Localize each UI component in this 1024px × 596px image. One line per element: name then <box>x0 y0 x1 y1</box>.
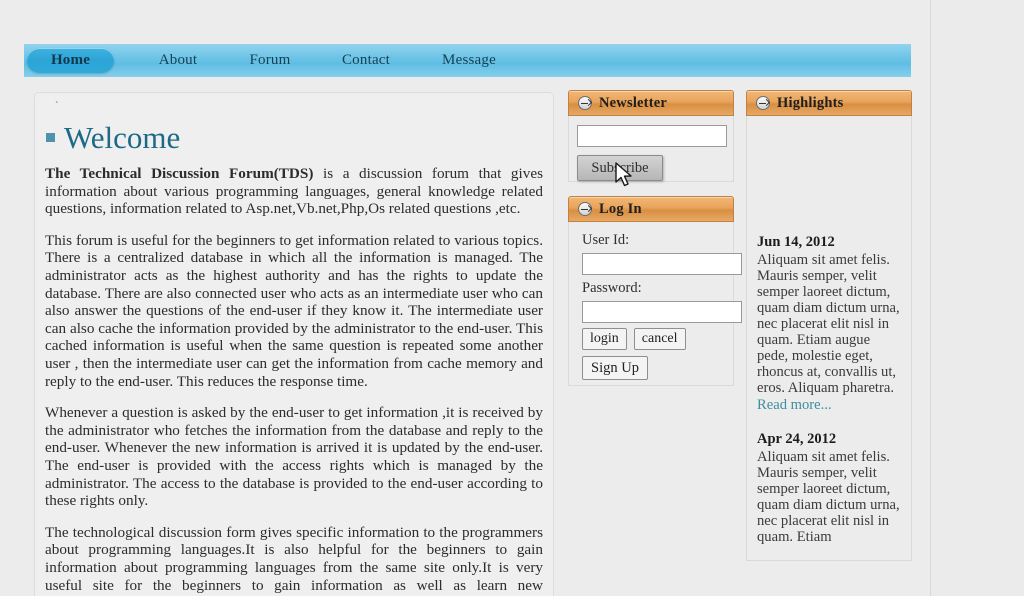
highlight-date: Jun 14, 2012 <box>757 234 835 250</box>
newsletter-title: Newsletter <box>599 94 668 111</box>
newsletter-header: Newsletter <box>568 90 734 116</box>
highlight-entry: Apr 24, 2012 Aliquam sit amet felis. Mau… <box>757 431 901 545</box>
signup-button[interactable]: Sign Up <box>582 356 648 380</box>
highlights-body: Jun 14, 2012 Aliquam sit amet felis. Mau… <box>746 116 912 561</box>
intro-lead-text: The Technical Discussion Forum(TDS) <box>45 165 314 183</box>
highlight-text: Aliquam sit amet felis. Mauris semper, v… <box>757 252 900 396</box>
nav-item-forum[interactable]: Forum <box>224 48 316 73</box>
login-button[interactable]: login <box>582 328 627 350</box>
main-content-panel: ` Welcome The Technical Discussion Forum… <box>34 92 554 596</box>
arrow-circle-icon <box>578 96 592 110</box>
highlight-date: Apr 24, 2012 <box>757 431 837 447</box>
square-bullet-icon <box>46 133 55 142</box>
userid-label: User Id: <box>582 232 630 248</box>
login-button-row: login cancel <box>582 328 725 350</box>
body-paragraph-1: This forum is useful for the beginners t… <box>45 231 543 390</box>
cancel-button[interactable]: cancel <box>633 328 686 350</box>
body-paragraph-3: The technological discussion form gives … <box>45 523 543 596</box>
newsletter-widget: Newsletter Subscribe <box>568 90 734 182</box>
highlight-text: Aliquam sit amet felis. Mauris semper, v… <box>757 449 900 545</box>
highlights-top-spacer <box>757 116 901 234</box>
password-label: Password: <box>582 280 642 296</box>
highlights-header: Highlights <box>746 90 912 116</box>
login-header: Log In <box>568 196 734 222</box>
newsletter-body: Subscribe <box>568 116 734 182</box>
arrow-circle-icon <box>578 202 592 216</box>
stray-text-mark: ` <box>55 100 59 112</box>
highlights-widget: Highlights Jun 14, 2012 Aliquam sit amet… <box>746 90 912 561</box>
nav-item-about[interactable]: About <box>132 48 224 73</box>
nav-item-message[interactable]: Message <box>420 48 518 73</box>
userid-input[interactable] <box>582 253 742 275</box>
page-right-edge <box>930 0 931 596</box>
main-navigation: Home About Forum Contact Message <box>24 44 911 77</box>
body-paragraph-2: Whenever a question is asked by the end-… <box>45 404 543 510</box>
subscribe-button[interactable]: Subscribe <box>577 155 663 181</box>
nav-item-home[interactable]: Home <box>27 48 114 73</box>
page-title: Welcome <box>45 120 543 155</box>
newsletter-email-input[interactable] <box>577 125 727 147</box>
page-title-text: Welcome <box>64 120 181 155</box>
login-body: User Id: Password: login cancel Sign Up <box>568 222 742 386</box>
password-input[interactable] <box>582 301 742 323</box>
read-more-link[interactable]: Read more... <box>757 397 832 414</box>
intro-paragraph: The Technical Discussion Forum(TDS) is a… <box>45 165 543 218</box>
nav-item-contact[interactable]: Contact <box>320 48 412 73</box>
login-title: Log In <box>599 200 642 217</box>
highlight-entry: Jun 14, 2012 Aliquam sit amet felis. Mau… <box>757 234 901 414</box>
arrow-circle-icon <box>756 96 770 110</box>
highlights-title: Highlights <box>777 94 844 111</box>
login-widget: Log In User Id: Password: login cancel S… <box>568 196 742 386</box>
nav-list: Home About Forum Contact Message <box>24 44 911 77</box>
